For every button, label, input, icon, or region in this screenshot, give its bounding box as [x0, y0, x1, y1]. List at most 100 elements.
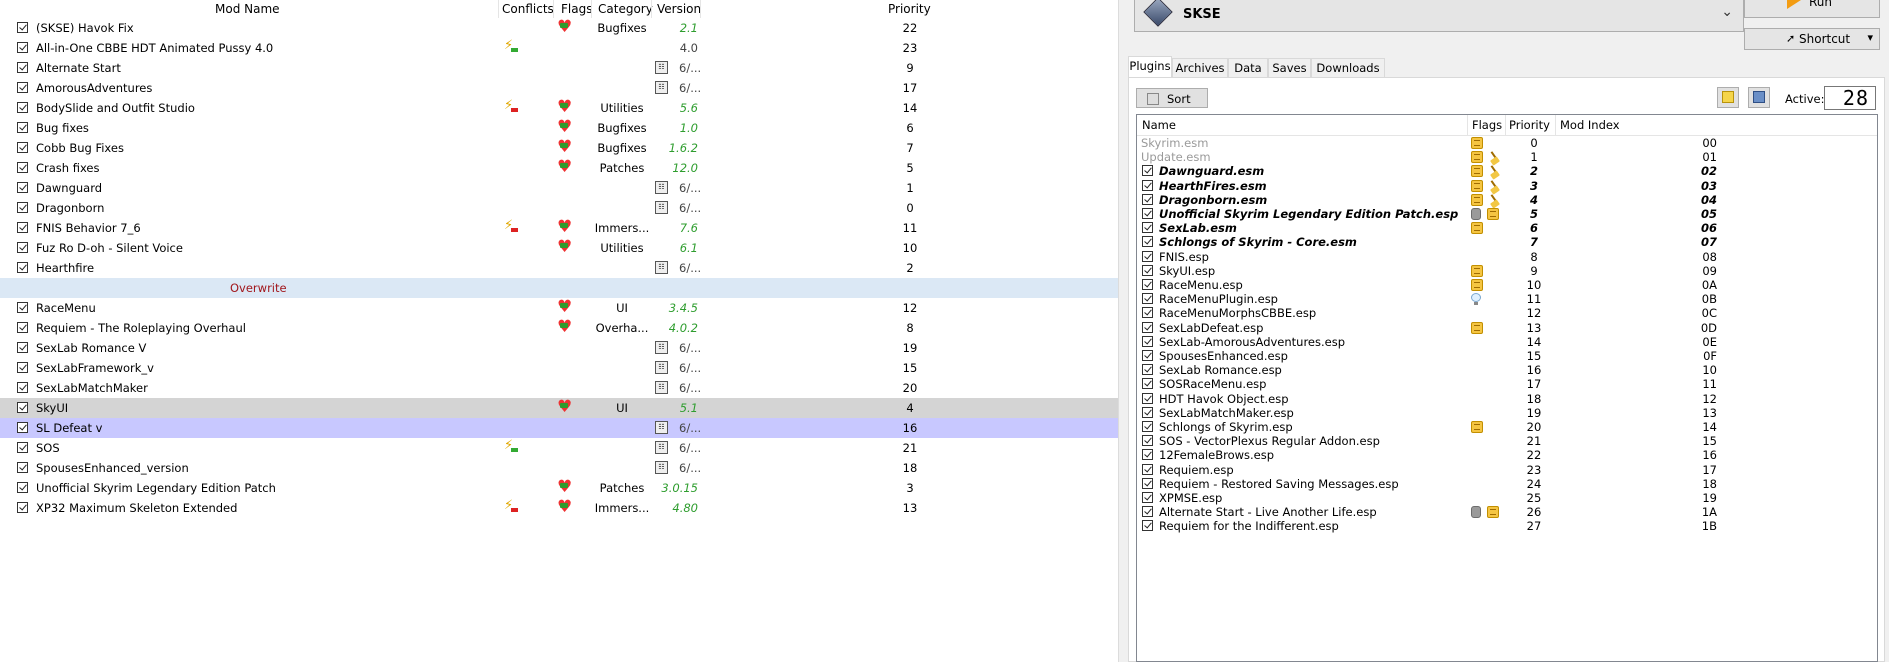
plugin-enabled-checkbox[interactable] — [1142, 208, 1153, 219]
mod-enabled-checkbox[interactable] — [17, 402, 28, 413]
plugin-enabled-checkbox[interactable] — [1142, 378, 1153, 390]
plugin-enabled-checkbox[interactable] — [1142, 350, 1153, 361]
mod-enabled-checkbox[interactable] — [17, 422, 28, 433]
mod-row[interactable]: (SKSE) Havok Fix Bugfixes 2.1 22 — [0, 17, 1118, 38]
column-header-priority[interactable]: Priority — [888, 2, 931, 16]
column-header-flags[interactable]: Flags — [1472, 118, 1502, 132]
plugin-enabled-checkbox[interactable] — [1142, 520, 1153, 532]
mod-enabled-checkbox[interactable] — [17, 182, 28, 193]
mod-enabled-checkbox[interactable] — [17, 322, 28, 333]
mod-enabled-checkbox[interactable] — [17, 62, 28, 73]
mod-enabled-checkbox[interactable] — [17, 162, 28, 173]
mod-row[interactable]: All-in-One CBBE HDT Animated Pussy 4.0 4.… — [0, 38, 1118, 58]
column-header-name[interactable]: Name — [1142, 118, 1176, 132]
mod-version: 6/... — [679, 181, 702, 195]
column-header-flags[interactable]: Flags — [561, 2, 592, 16]
mod-enabled-checkbox[interactable] — [17, 22, 28, 33]
tab-data[interactable]: Data — [1228, 58, 1268, 77]
mod-enabled-checkbox[interactable] — [17, 222, 28, 233]
mod-row[interactable]: SpousesEnhanced_version ☷ 6/... 18 — [0, 458, 1118, 478]
mod-enabled-checkbox[interactable] — [17, 82, 28, 93]
plugin-enabled-checkbox[interactable] — [1142, 193, 1153, 205]
mod-enabled-checkbox[interactable] — [17, 382, 28, 393]
mod-row[interactable]: BodySlide and Outfit Studio Utilities 5.6 1… — [0, 97, 1118, 118]
column-header-category[interactable]: Category — [598, 2, 653, 16]
plugin-enabled-checkbox[interactable] — [1142, 477, 1153, 489]
tab-plugins[interactable]: Plugins — [1128, 56, 1172, 77]
mod-enabled-checkbox[interactable] — [17, 442, 28, 453]
mod-row[interactable]: Dawnguard ☷ 6/... 1 — [0, 178, 1118, 198]
plugin-enabled-checkbox[interactable] — [1142, 364, 1153, 376]
plugin-enabled-checkbox[interactable] — [1142, 279, 1153, 290]
shortcut-button[interactable]: ➚ Shortcut ▾ — [1744, 28, 1880, 50]
plugin-enabled-checkbox[interactable] — [1142, 421, 1153, 432]
mod-enabled-checkbox[interactable] — [17, 42, 28, 53]
run-button[interactable]: Run — [1744, 0, 1880, 18]
plugin-enabled-checkbox[interactable] — [1142, 492, 1153, 503]
column-header-conflicts[interactable]: Conflicts — [502, 2, 554, 16]
mod-enabled-checkbox[interactable] — [17, 102, 28, 113]
plugin-enabled-checkbox[interactable] — [1142, 307, 1153, 319]
mod-enabled-checkbox[interactable] — [17, 362, 28, 373]
plugin-enabled-checkbox[interactable] — [1142, 179, 1153, 191]
mod-row[interactable]: SexLabMatchMaker ☷ 6/... 20 — [0, 378, 1118, 398]
mod-row[interactable]: Fuz Ro D-oh - Silent Voice Utilities 6.1 10 — [0, 237, 1118, 258]
mod-row[interactable]: Cobb Bug Fixes Bugfixes 1.6.2 7 — [0, 137, 1118, 158]
mod-row[interactable]: Alternate Start ☷ 6/... 9 — [0, 58, 1118, 78]
mod-enabled-checkbox[interactable] — [17, 202, 28, 213]
column-header-version[interactable]: Version — [657, 2, 701, 16]
plugin-enabled-checkbox[interactable] — [1142, 250, 1153, 262]
mod-row[interactable]: SexLabFramework_v ☷ 6/... 15 — [0, 358, 1118, 378]
mod-enabled-checkbox[interactable] — [17, 342, 28, 353]
plugin-enabled-checkbox[interactable] — [1142, 321, 1153, 333]
column-header-mod-index[interactable]: Mod Index — [1560, 118, 1620, 132]
plugin-enabled-checkbox[interactable] — [1142, 165, 1153, 177]
restore-backup-button[interactable] — [1717, 87, 1739, 108]
mod-row[interactable]: SexLab Romance V ☷ 6/... 19 — [0, 338, 1118, 358]
plugin-row[interactable]: Requiem for the Indifferent.esp 27 1B — [1137, 518, 1877, 535]
plugin-enabled-checkbox[interactable] — [1142, 506, 1153, 518]
mod-enabled-checkbox[interactable] — [17, 462, 28, 473]
plugin-enabled-checkbox[interactable] — [1142, 264, 1153, 276]
mod-row[interactable]: AmorousAdventures ☷ 6/... 17 — [0, 78, 1118, 98]
column-header-priority[interactable]: Priority — [1509, 118, 1550, 132]
mod-enabled-checkbox[interactable] — [17, 502, 28, 513]
plugin-enabled-checkbox[interactable] — [1142, 392, 1153, 404]
mod-row[interactable]: SOS ☷ 6/... 21 — [0, 438, 1118, 458]
plugin-enabled-checkbox[interactable] — [1142, 236, 1153, 248]
mod-row[interactable]: Bug fixes Bugfixes 1.0 6 — [0, 117, 1118, 138]
mod-row[interactable]: Unofficial Skyrim Legendary Edition Patc… — [0, 477, 1118, 498]
mod-row[interactable]: Crash fixes Patches 12.0 5 — [0, 157, 1118, 178]
mod-version: 4.0.2 — [668, 321, 698, 335]
plugin-enabled-checkbox[interactable] — [1142, 435, 1153, 447]
mod-enabled-checkbox[interactable] — [17, 302, 28, 313]
plugin-mod-index: 18 — [1702, 476, 1717, 491]
mod-enabled-checkbox[interactable] — [17, 142, 28, 153]
plugin-enabled-checkbox[interactable] — [1142, 335, 1153, 347]
mod-enabled-checkbox[interactable] — [17, 122, 28, 133]
mod-row[interactable]: SkyUI UI 5.1 4 — [0, 397, 1118, 418]
mod-enabled-checkbox[interactable] — [17, 482, 28, 493]
tab-archives[interactable]: Archives — [1172, 58, 1228, 77]
tab-saves[interactable]: Saves — [1268, 58, 1311, 77]
mod-row[interactable]: Hearthfire ☷ 6/... 2 — [0, 258, 1118, 278]
column-header-mod-name[interactable]: Mod Name — [215, 2, 280, 16]
mod-row[interactable]: Dragonborn ☷ 6/... 0 — [0, 198, 1118, 218]
plugin-enabled-checkbox[interactable] — [1142, 463, 1153, 475]
mod-row[interactable]: FNIS Behavior 7_6 Immers... 7.6 11 — [0, 217, 1118, 238]
executable-select[interactable]: SKSE ⌄ — [1134, 0, 1744, 32]
plugin-enabled-checkbox[interactable] — [1142, 293, 1153, 305]
mod-row[interactable]: XP32 Maximum Skeleton Extended Immers... 4… — [0, 497, 1118, 518]
plugin-enabled-checkbox[interactable] — [1142, 222, 1153, 234]
mod-row[interactable]: Requiem - The Roleplaying Overhaul Overha… — [0, 317, 1118, 338]
mod-row[interactable]: SL Defeat v ☷ 6/... 16 — [0, 418, 1118, 438]
mod-row[interactable]: RaceMenu UI 3.4.5 12 — [0, 297, 1118, 318]
sort-button[interactable]: Sort — [1136, 88, 1208, 108]
save-backup-button[interactable] — [1748, 87, 1770, 108]
tab-downloads[interactable]: Downloads — [1311, 58, 1385, 77]
mod-enabled-checkbox[interactable] — [17, 262, 28, 273]
plugin-enabled-checkbox[interactable] — [1142, 449, 1153, 461]
plugin-enabled-checkbox[interactable] — [1142, 406, 1153, 418]
mod-enabled-checkbox[interactable] — [17, 242, 28, 253]
overwrite-row[interactable]: Overwrite — [0, 278, 1118, 298]
